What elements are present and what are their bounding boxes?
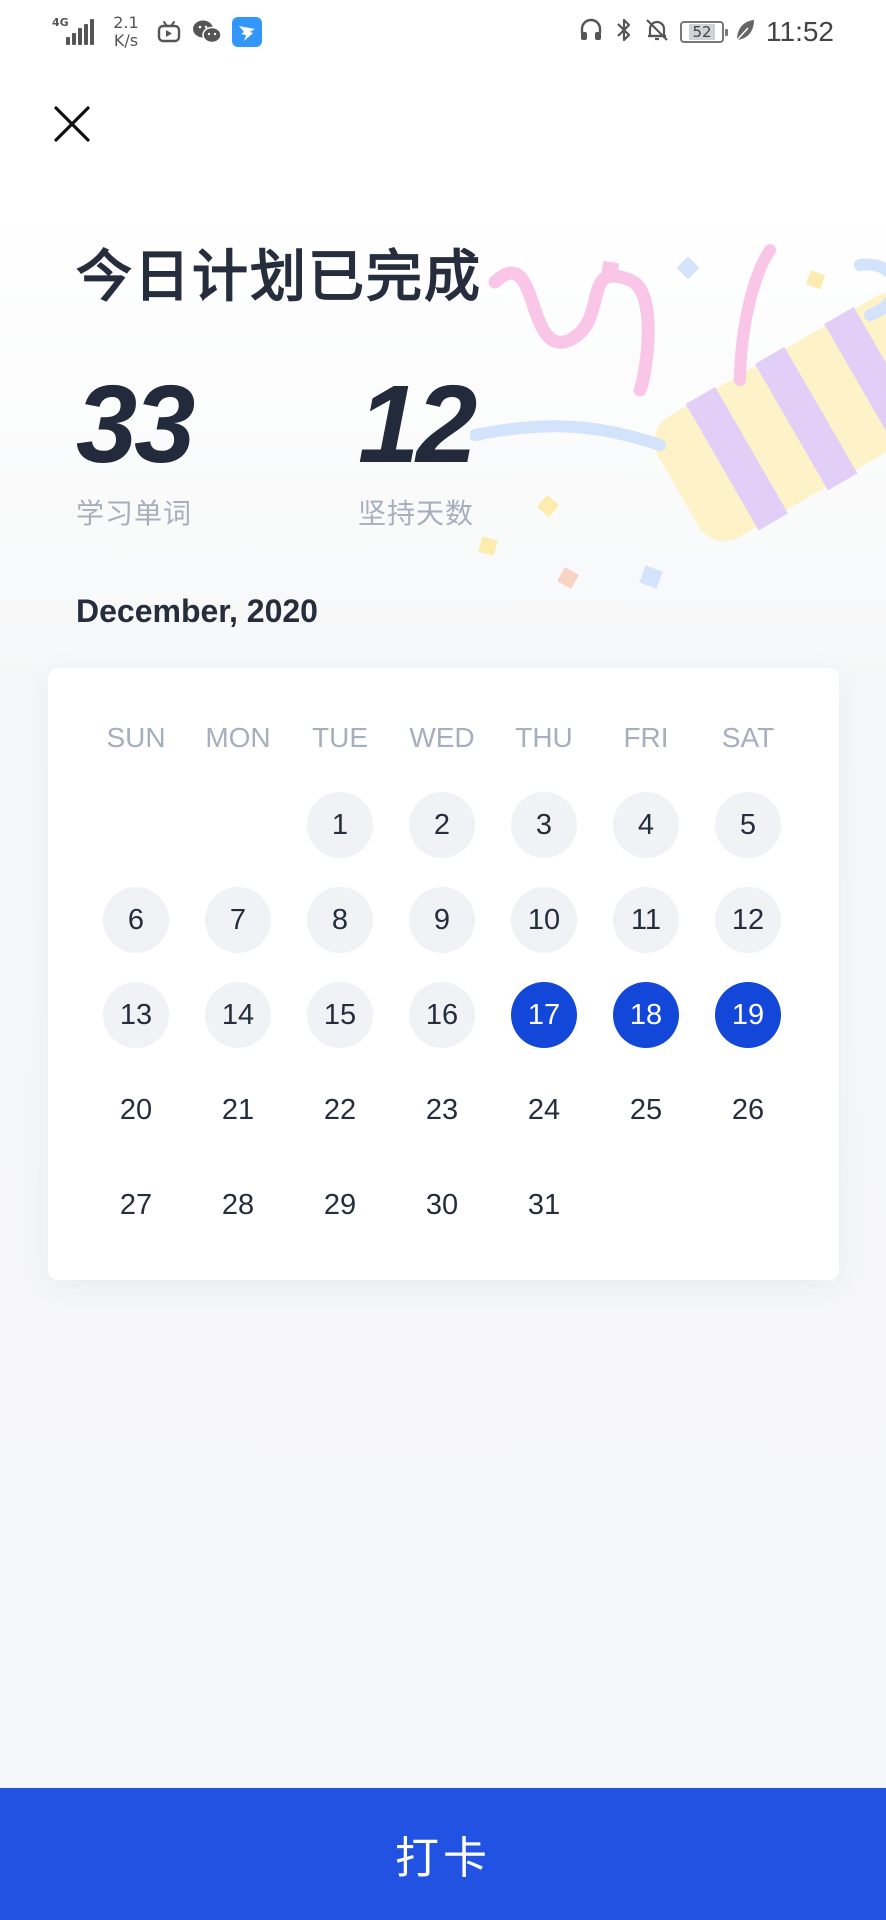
calendar-day-18[interactable]: 18 [613, 982, 679, 1048]
checkin-button[interactable]: 打卡 [0, 1788, 886, 1920]
streak-label: 坚持天数 [358, 497, 475, 530]
status-bar: 4G 2.1 K/s 52 11:52 [0, 0, 886, 62]
calendar-day-14[interactable]: 14 [205, 982, 271, 1048]
words-count: 33 [76, 363, 195, 486]
calendar-day-28[interactable]: 28 [205, 1172, 271, 1238]
party-popper-illustration [470, 244, 886, 589]
weekday-fri: FRI [623, 722, 669, 753]
close-icon [54, 106, 90, 142]
calendar-day-7[interactable]: 7 [205, 887, 271, 953]
stat-words-learned: 33 学习单词 [76, 363, 195, 532]
page-title: 今日计划已完成 [76, 245, 482, 310]
battery-icon: 52 [680, 21, 728, 43]
bilibili-tv-icon [156, 20, 182, 44]
calendar-day-23[interactable]: 23 [409, 1077, 475, 1143]
calendar-day-30[interactable]: 30 [409, 1172, 475, 1238]
calendar-day-11[interactable]: 11 [613, 887, 679, 953]
calendar-day-31[interactable]: 31 [511, 1172, 577, 1238]
wechat-icon [192, 19, 222, 45]
net-speed-unit: K/s [113, 31, 139, 50]
calendar-day-8[interactable]: 8 [307, 887, 373, 953]
calendar-day-12[interactable]: 12 [715, 887, 781, 953]
calendar-day-19[interactable]: 19 [715, 982, 781, 1048]
streak-count: 12 [358, 363, 477, 486]
network-type: 4G [52, 16, 69, 29]
calendar-day-27[interactable]: 27 [103, 1172, 169, 1238]
calendar-day-20[interactable]: 20 [103, 1077, 169, 1143]
net-speed-value: 2.1 [113, 13, 139, 32]
headphones-icon [578, 17, 604, 47]
calendar-day-1[interactable]: 1 [307, 792, 373, 858]
calendar-day-16[interactable]: 16 [409, 982, 475, 1048]
net-speed: 2.1 K/s [106, 14, 146, 50]
calendar-day-17[interactable]: 17 [511, 982, 577, 1048]
calendar-day-13[interactable]: 13 [103, 982, 169, 1048]
weekday-mon: MON [205, 722, 271, 753]
calendar-day-10[interactable]: 10 [511, 887, 577, 953]
month-label: December, 2020 [76, 593, 318, 629]
weekday-sun: SUN [106, 722, 166, 753]
calendar-day-2[interactable]: 2 [409, 792, 475, 858]
weekday-tue: TUE [312, 722, 368, 753]
status-right: 52 11:52 [578, 8, 834, 56]
weekday-thu: THU [515, 722, 573, 753]
calendar-day-22[interactable]: 22 [307, 1077, 373, 1143]
battery-level: 52 [689, 24, 715, 40]
close-button[interactable] [48, 100, 96, 148]
calendar-day-4[interactable]: 4 [613, 792, 679, 858]
bluetooth-icon [614, 17, 634, 47]
weekday-sat: SAT [721, 722, 775, 753]
status-left: 4G 2.1 K/s [52, 8, 262, 56]
leaf-icon [734, 18, 756, 46]
calendar-day-5[interactable]: 5 [715, 792, 781, 858]
bell-off-icon [644, 17, 670, 47]
calendar-day-29[interactable]: 29 [307, 1172, 373, 1238]
calendar-day-6[interactable]: 6 [103, 887, 169, 953]
cellular-signal-icon: 4G [52, 17, 98, 47]
calendar-day-15[interactable]: 15 [307, 982, 373, 1048]
weekday-wed: WED [409, 722, 475, 753]
calendar-day-21[interactable]: 21 [205, 1077, 271, 1143]
stat-streak-days: 12 坚持天数 [358, 363, 477, 532]
words-label: 学习单词 [76, 497, 193, 530]
clock: 11:52 [766, 16, 834, 47]
calendar-day-25[interactable]: 25 [613, 1077, 679, 1143]
calendar-day-26[interactable]: 26 [715, 1077, 781, 1143]
calendar-day-3[interactable]: 3 [511, 792, 577, 858]
calendar-day-24[interactable]: 24 [511, 1077, 577, 1143]
dingtalk-icon [232, 17, 262, 47]
calendar-day-9[interactable]: 9 [409, 887, 475, 953]
